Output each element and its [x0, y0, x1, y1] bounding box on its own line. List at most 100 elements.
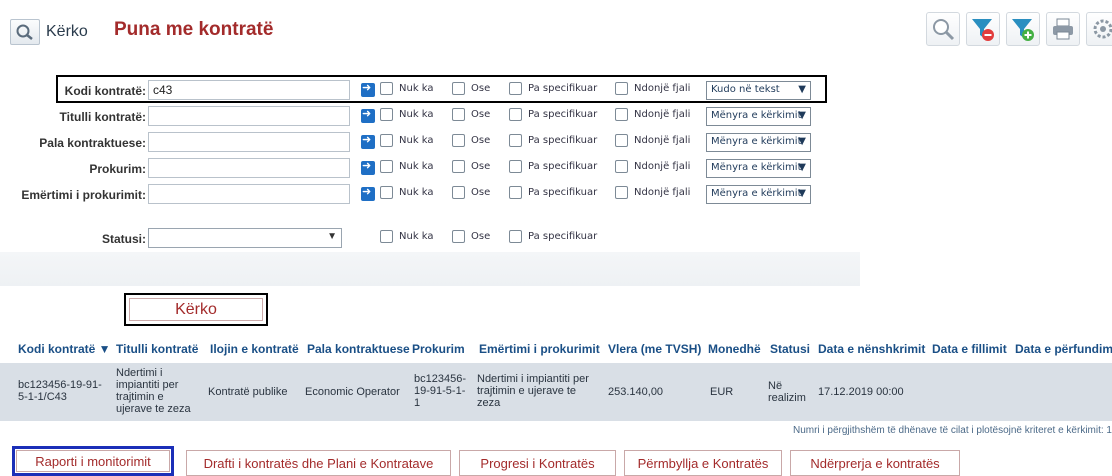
cell-monedhe: EUR: [710, 386, 734, 398]
checkbox[interactable]: [615, 186, 628, 199]
col-data-nenshkrimit[interactable]: Data e nënshkrimit: [818, 342, 925, 356]
go-arrow-icon[interactable]: [361, 107, 375, 123]
go-arrow-icon[interactable]: [361, 133, 375, 149]
checkbox[interactable]: [509, 230, 522, 243]
print-icon[interactable]: [1046, 12, 1080, 46]
ose-option[interactable]: Ose: [452, 230, 490, 243]
col-data-perfundimit[interactable]: Data e përfundimi: [1015, 342, 1112, 356]
col-monedhe[interactable]: Monedhë: [708, 342, 761, 356]
filter-label: Pala kontraktuese:: [39, 136, 146, 150]
col-lloji-kontrate[interactable]: Ilojin e kontratë: [210, 342, 299, 356]
nderprerja-kontrates-button[interactable]: Ndërprerja e kontratës: [790, 450, 960, 476]
col-vlera[interactable]: Vlera (me TVSH): [608, 342, 701, 356]
filter-label: Emërtimi i prokurimit:: [21, 188, 146, 202]
checkbox[interactable]: [509, 186, 522, 199]
col-pala-kontraktuese[interactable]: Pala kontraktuese: [307, 342, 410, 356]
checkbox[interactable]: [380, 134, 393, 147]
cell-data-nenshkrimit: 17.12.2019 00:00: [818, 386, 904, 398]
filter-row-emertimi: Emërtimi i prokurimit: Nuk ka Ose Pa spe…: [0, 182, 860, 208]
cell-lloji: Kontratë publike: [208, 386, 288, 398]
nuk-ka-option[interactable]: Nuk ka: [380, 134, 434, 147]
drafti-kontrates-button[interactable]: Drafti i kontratës dhe Plani e Kontratav…: [186, 450, 451, 476]
pa-specifikuar-option[interactable]: Pa specifikuar: [509, 160, 597, 173]
checkbox[interactable]: [452, 186, 465, 199]
emertimi-prokurimit-input[interactable]: [148, 184, 350, 204]
go-arrow-icon[interactable]: [361, 185, 375, 201]
search-mode-select[interactable]: Mënyra e kërkimit ▼: [706, 107, 811, 126]
search-mode-select[interactable]: Mënyra e kërkimit ▼: [706, 159, 811, 178]
filter-row-statusi: Statusi: ▼ Nuk ka Ose Pa specifikuar: [0, 226, 860, 252]
filter-row-pala: Pala kontraktuese: Nuk ka Ose Pa specifi…: [0, 130, 860, 156]
ndonje-fjali-option[interactable]: Ndonjë fjali: [615, 134, 690, 147]
progresi-kontrates-button[interactable]: Progresi i Kontratës: [459, 450, 616, 476]
total-records-text: Numri i përgjithshëm të dhënave të cilat…: [792, 425, 1112, 436]
checkbox[interactable]: [380, 186, 393, 199]
search-submit-button[interactable]: Kërko: [129, 298, 263, 321]
ose-option[interactable]: Ose: [452, 134, 490, 147]
toolbar: [926, 12, 1112, 46]
chevron-down-icon: ▼: [798, 110, 806, 121]
pa-specifikuar-option[interactable]: Pa specifikuar: [509, 186, 597, 199]
chevron-down-icon: ▼: [798, 136, 806, 147]
ndonje-fjali-option[interactable]: Ndonjë fjali: [615, 160, 690, 173]
checkbox[interactable]: [452, 134, 465, 147]
table-header: Kodi kontratë ▼ Titulli kontratë Ilojin …: [0, 335, 1112, 363]
checkbox[interactable]: [509, 160, 522, 173]
highlight-kodi-row: [56, 75, 827, 103]
cell-kodi[interactable]: bc123456-19-91- 5-1-1/C43: [18, 379, 102, 403]
checkbox[interactable]: [615, 108, 628, 121]
ndonje-fjali-option[interactable]: Ndonjë fjali: [615, 186, 690, 199]
checkbox[interactable]: [615, 160, 628, 173]
ose-option[interactable]: Ose: [452, 160, 490, 173]
search-mode-select[interactable]: Mënyra e kërkimit ▼: [706, 185, 811, 204]
magnifier-icon: [10, 19, 40, 45]
col-titulli-kontrate[interactable]: Titulli kontratë: [116, 342, 198, 356]
checkbox[interactable]: [452, 230, 465, 243]
ose-option[interactable]: Ose: [452, 186, 490, 199]
nuk-ka-option[interactable]: Nuk ka: [380, 186, 434, 199]
filter-add-icon[interactable]: [1006, 12, 1040, 46]
search-toggle-label: Kërko: [46, 23, 88, 40]
checkbox[interactable]: [452, 108, 465, 121]
search-toggle-button[interactable]: Kërko: [10, 18, 88, 46]
cell-titulli: Ndertimi i impiantiti per trajtimin e uj…: [116, 367, 191, 415]
pa-specifikuar-option[interactable]: Pa specifikuar: [509, 134, 597, 147]
ose-option[interactable]: Ose: [452, 108, 490, 121]
pala-kontraktuese-input[interactable]: [148, 132, 350, 152]
pa-specifikuar-option[interactable]: Pa specifikuar: [509, 108, 597, 121]
permbyllja-kontrates-button[interactable]: Përmbyllja e Kontratës: [624, 450, 782, 476]
filter-remove-icon[interactable]: [966, 12, 1000, 46]
nuk-ka-option[interactable]: Nuk ka: [380, 108, 434, 121]
chevron-down-icon: ▼: [327, 231, 337, 242]
filter-row-titulli: Titulli kontratë: Nuk ka Ose Pa specifik…: [0, 104, 860, 130]
col-statusi[interactable]: Statusi: [770, 342, 810, 356]
filter-panel-footer: [0, 252, 860, 286]
checkbox[interactable]: [509, 108, 522, 121]
settings-search-icon[interactable]: [1086, 12, 1112, 46]
col-prokurim[interactable]: Prokurim: [412, 342, 465, 356]
checkbox[interactable]: [380, 108, 393, 121]
raporti-monitorimit-button[interactable]: Raporti i monitorimit: [16, 450, 170, 472]
checkbox[interactable]: [380, 230, 393, 243]
checkbox[interactable]: [509, 134, 522, 147]
col-emertimi-prokurimit[interactable]: Emërtimi i prokurimit: [479, 342, 600, 356]
table-row[interactable]: bc123456-19-91- 5-1-1/C43 Ndertimi i imp…: [0, 363, 1112, 421]
titulli-kontrate-input[interactable]: [148, 106, 350, 126]
ndonje-fjali-option[interactable]: Ndonjë fjali: [615, 108, 690, 121]
pa-specifikuar-option[interactable]: Pa specifikuar: [509, 230, 597, 243]
filter-label: Titulli kontratë:: [59, 110, 146, 124]
search-mode-select[interactable]: Mënyra e kërkimit ▼: [706, 133, 811, 152]
checkbox[interactable]: [452, 160, 465, 173]
statusi-select[interactable]: ▼: [148, 228, 342, 248]
checkbox[interactable]: [380, 160, 393, 173]
cell-statusi: Në realizim: [768, 380, 806, 404]
col-kodi-kontrate[interactable]: Kodi kontratë ▼: [18, 342, 111, 356]
go-arrow-icon[interactable]: [361, 159, 375, 175]
cell-emertimi: Ndertimi i impiantiti per trajtimin e uj…: [477, 373, 589, 409]
col-data-fillimit[interactable]: Data e fillimit: [932, 342, 1007, 356]
prokurim-input[interactable]: [148, 158, 350, 178]
nuk-ka-option[interactable]: Nuk ka: [380, 160, 434, 173]
checkbox[interactable]: [615, 134, 628, 147]
nuk-ka-option[interactable]: Nuk ka: [380, 230, 434, 243]
magnifier-icon[interactable]: [926, 12, 960, 46]
